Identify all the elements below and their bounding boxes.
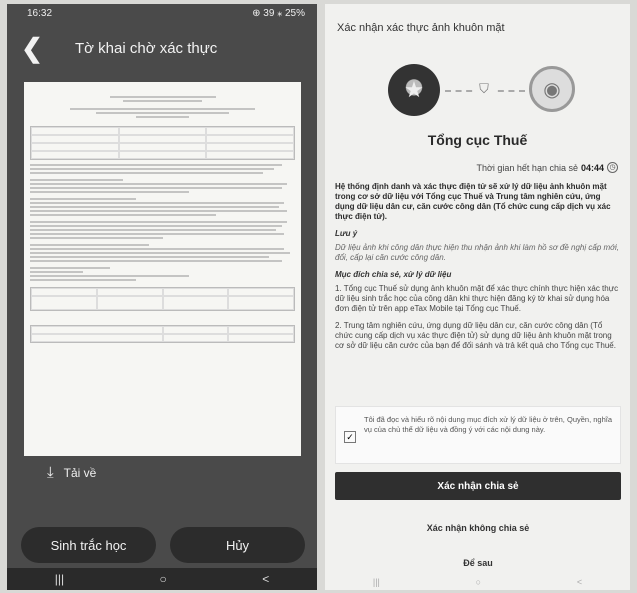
consent-body: Hệ thống định danh và xác thực điện tử s… — [335, 182, 621, 358]
download-label: Tải về — [63, 465, 97, 480]
app-bar: ❮ Tờ khai chờ xác thực — [7, 22, 317, 74]
recents-icon[interactable]: ||| — [55, 572, 64, 586]
biometric-button[interactable]: Sinh trắc học — [21, 527, 156, 563]
consent-header: Xác nhận xác thực ảnh khuôn mặt — [337, 22, 505, 34]
timer-value: 04:44 — [580, 162, 604, 173]
status-bar: 16:32 ⊕ 39 ⁎ 25% — [7, 4, 317, 22]
home-icon[interactable]: ○ — [476, 577, 481, 587]
logos-row: ★ ⛉ ◉ — [325, 64, 630, 118]
back-nav-icon[interactable]: < — [577, 577, 582, 587]
expiry-timer: Thời gian hết hạn chia sẻ 04:44 ◷ — [476, 162, 618, 173]
purpose-item-2: 2. Trung tâm nghiên cứu, ứng dụng dữ liệ… — [335, 321, 616, 350]
status-time: 16:32 — [27, 7, 53, 19]
consent-text: Tôi đã đọc và hiểu rõ nội dung mục đích … — [364, 415, 613, 434]
recents-icon[interactable]: ||| — [373, 577, 380, 587]
back-nav-icon[interactable]: < — [262, 572, 269, 586]
organization-name: Tổng cục Thuế — [427, 132, 528, 148]
consent-checkbox[interactable]: ✓ — [344, 431, 356, 443]
system-nav-bar: ||| ○ < — [7, 568, 317, 590]
tax-authority-logo-icon: ★ — [388, 64, 440, 116]
document-preview[interactable] — [24, 82, 301, 456]
confirm-share-button[interactable]: Xác nhận chia sẻ — [335, 472, 621, 500]
note-title: Lưu ý — [335, 229, 358, 238]
timer-label: Thời gian hết hạn chia sẻ — [476, 162, 578, 173]
clock-icon: ◷ — [607, 162, 618, 173]
system-nav-bar-right: ||| ○ < — [325, 574, 630, 590]
note-text: Dữ liệu ảnh khi công dân thực hiện thu n… — [335, 243, 619, 262]
left-screen: 16:32 ⊕ 39 ⁎ 25% ❮ Tờ khai chờ xác thực … — [7, 4, 317, 590]
purpose-item-1: 1. Tổng cục Thuế sử dụng ảnh khuôn mặt đ… — [335, 284, 619, 313]
cancel-button[interactable]: Hủy — [170, 527, 305, 563]
status-icons: ⊕ 39 ⁎ 25% — [252, 7, 305, 19]
purpose-title: Mục đích chia sẻ, xử lý dữ liệu — [335, 270, 452, 279]
doc-header — [30, 90, 295, 94]
shield-check-icon: ⛉ — [473, 78, 495, 100]
consent-box: ✓ Tôi đã đọc và hiểu rõ nội dung mục đíc… — [335, 406, 621, 464]
right-screen: Xác nhận xác thực ảnh khuôn mặt ★ ⛉ ◉ Tổ… — [325, 4, 630, 590]
download-link[interactable]: ⤓ Tải về — [47, 464, 96, 481]
action-buttons: Sinh trắc học Hủy — [21, 527, 305, 563]
download-icon: ⤓ — [47, 464, 54, 481]
intro-text: Hệ thống định danh và xác thực điện tử s… — [335, 182, 611, 221]
later-button[interactable]: Để sau — [335, 552, 621, 574]
decline-share-button[interactable]: Xác nhận không chia sẻ — [335, 516, 621, 540]
back-arrow-icon[interactable]: ❮ — [7, 33, 57, 64]
national-emblem-icon: ◉ — [529, 66, 575, 112]
page-title: Tờ khai chờ xác thực — [75, 39, 218, 57]
home-icon[interactable]: ○ — [160, 572, 167, 586]
